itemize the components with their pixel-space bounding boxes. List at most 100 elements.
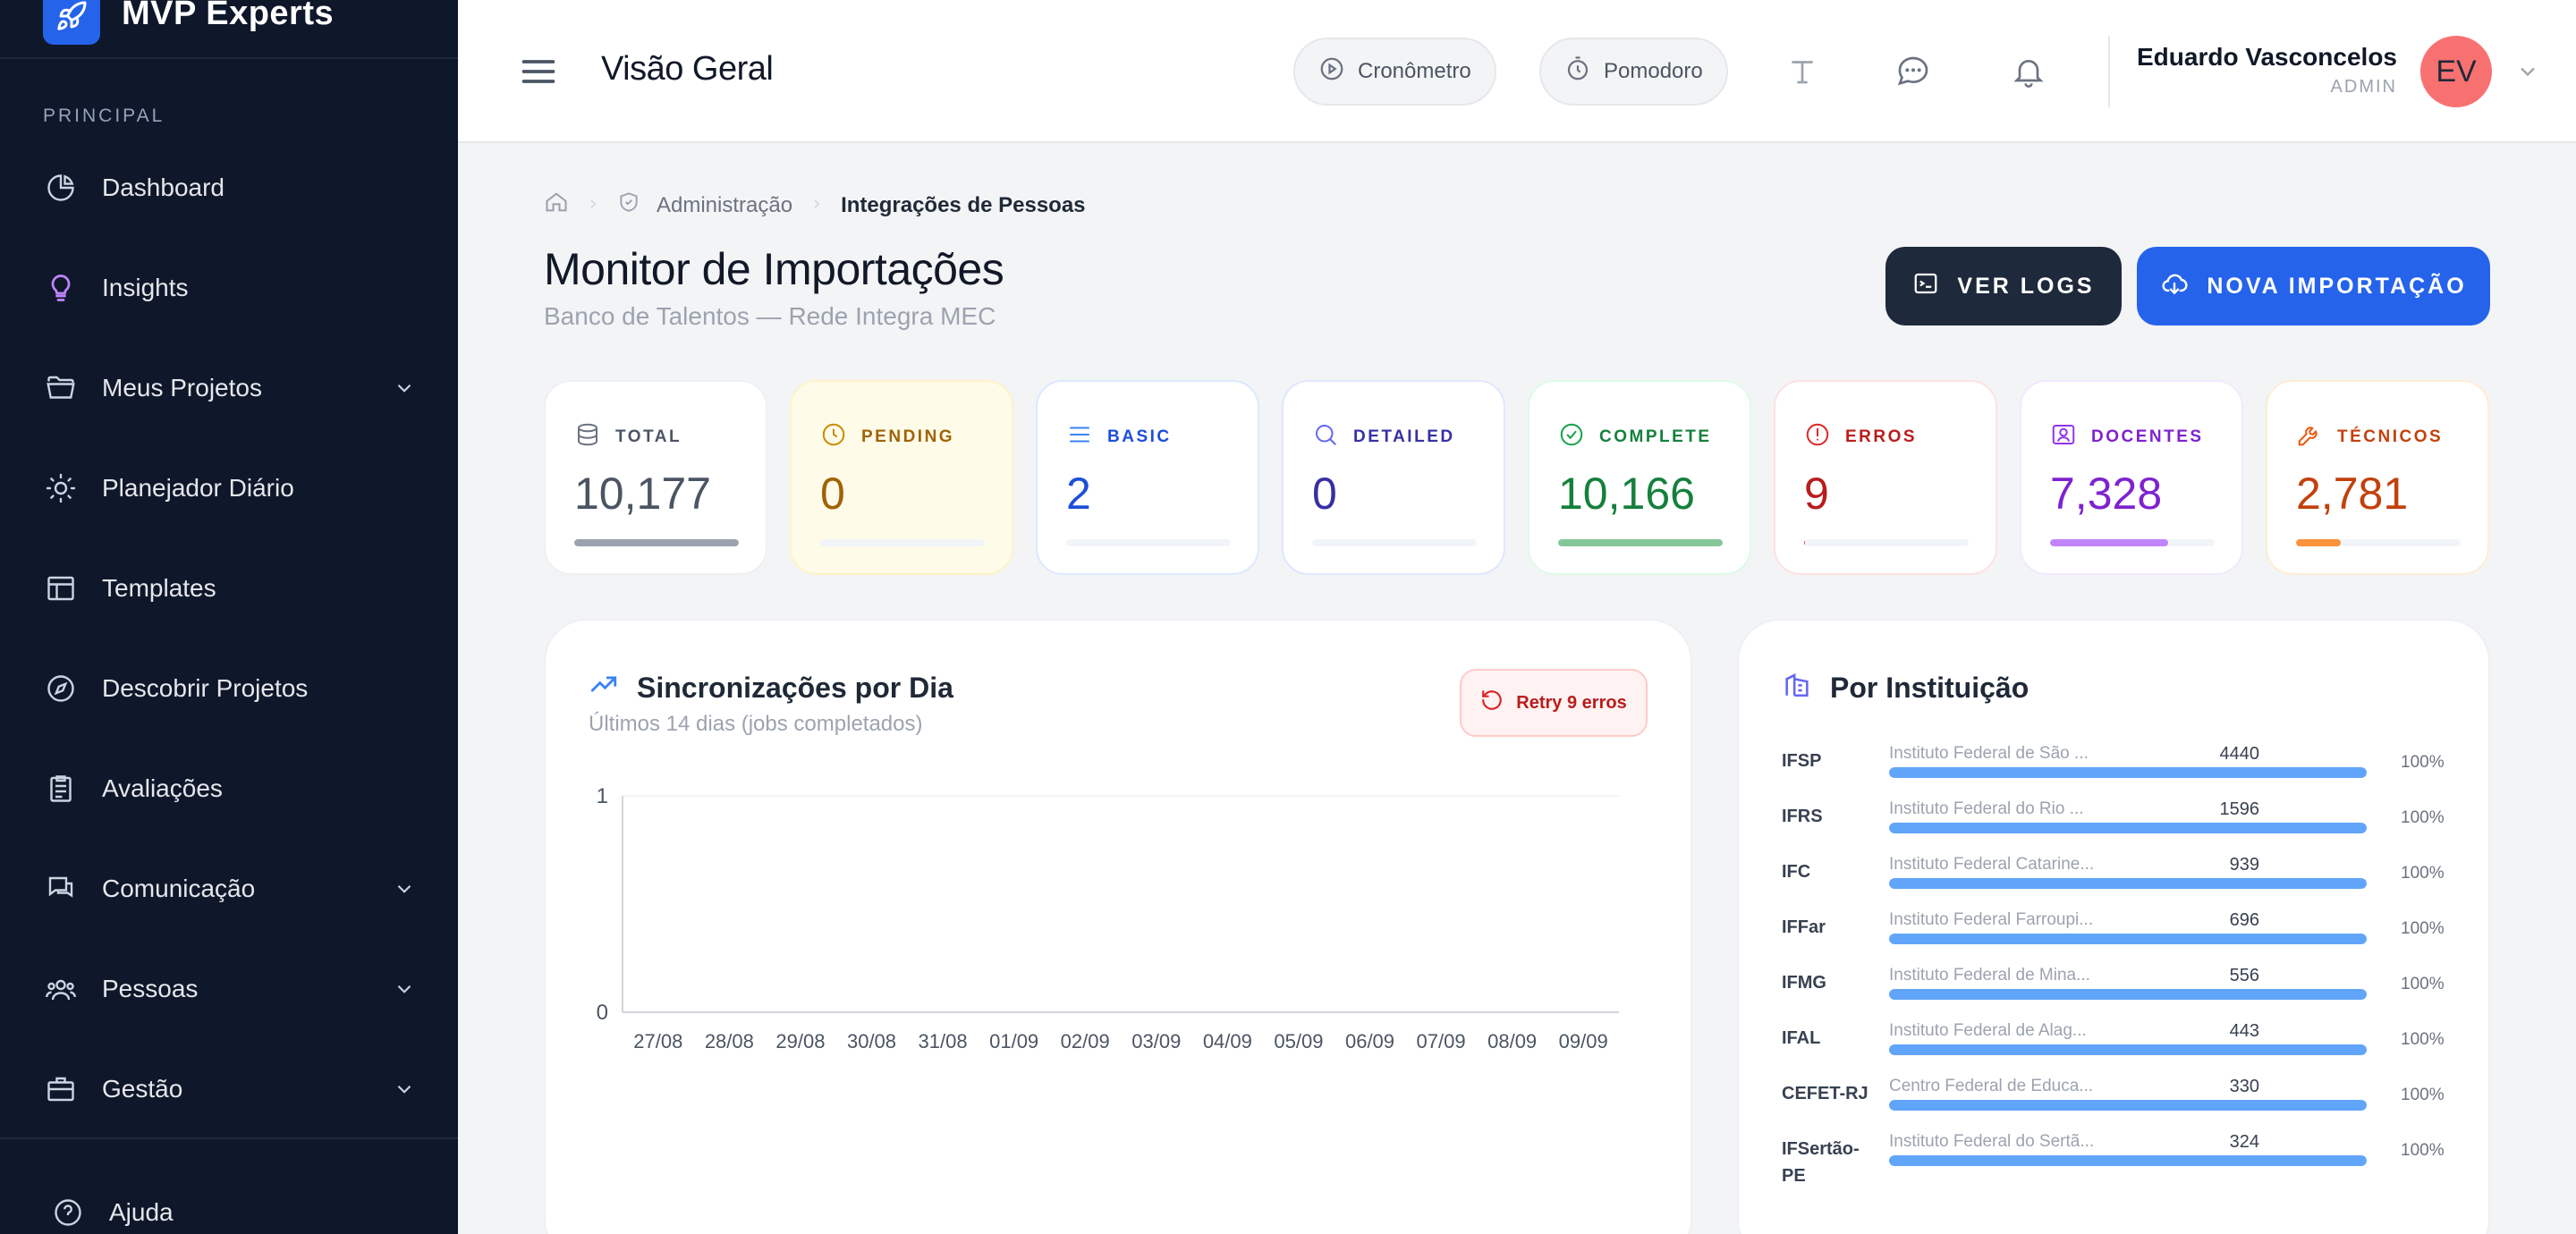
stat-card-técnicos[interactable]: TÉCNICOS 2,781 [2266, 380, 2489, 575]
sidebar-item-descobrir[interactable]: Descobrir Projetos [43, 662, 419, 715]
divider [0, 57, 458, 59]
stat-card-basic[interactable]: BASIC 2 [1036, 380, 1259, 575]
sidebar-item-meus-projetos[interactable]: Meus Projetos [43, 361, 419, 415]
pomodoro-button[interactable]: Pomodoro [1539, 38, 1728, 106]
users-icon [43, 971, 79, 1007]
sidebar-item-label: Descobrir Projetos [102, 674, 309, 702]
new-import-button[interactable]: NOVA IMPORTAÇÃO [2137, 247, 2490, 325]
chevron-down-icon[interactable] [390, 374, 419, 402]
institution-percent: 100% [2401, 1141, 2445, 1160]
stat-card-complete[interactable]: COMPLETE 10,166 [1528, 380, 1751, 575]
database-icon [574, 421, 601, 453]
institution-count: 556 [2229, 966, 2259, 985]
id-card-icon [2050, 421, 2077, 453]
sync-chart-title: Sincronizações por Dia [637, 671, 953, 704]
x-tick-label: 03/09 [1131, 1030, 1181, 1052]
sidebar-item-label: Insights [102, 274, 189, 301]
sidebar-item-label: Dashboard [102, 173, 225, 201]
stat-card-total[interactable]: TOTAL 10,177 [544, 380, 767, 575]
building-icon [1782, 669, 1812, 706]
institution-row[interactable]: IFSP Instituto Federal de São ... 4440 100% [1782, 744, 2462, 799]
stat-label: DETAILED [1353, 427, 1455, 446]
y-tick-label: 0 [597, 1001, 608, 1025]
institution-row[interactable]: IFAL Instituto Federal de Alag... 443 100% [1782, 1021, 2462, 1077]
stat-value: 10,166 [1558, 469, 1695, 519]
institution-progress-fill [1889, 767, 2367, 778]
brand[interactable]: MVP Experts [43, 0, 334, 57]
institution-progress [1889, 1044, 2367, 1055]
bell-icon[interactable] [2007, 50, 2050, 93]
institution-row[interactable]: IFMG Instituto Federal de Mina... 556 100% [1782, 966, 2462, 1021]
institution-progress-fill [1889, 878, 2367, 889]
institution-progress [1889, 878, 2367, 889]
stat-card-detailed[interactable]: DETAILED 0 [1282, 380, 1505, 575]
institution-name: Instituto Federal Farroupi... [1889, 910, 2094, 929]
stat-card-erros[interactable]: ERROS 9 [1774, 380, 1997, 575]
rocket-icon [43, 0, 100, 45]
x-tick-label: 09/09 [1559, 1030, 1608, 1052]
y-tick-label: 1 [597, 784, 608, 808]
sidebar-item-label: Meus Projetos [102, 374, 262, 401]
stat-label: TÉCNICOS [2337, 427, 2444, 446]
institutions-card: Por Instituição IFSP Instituto Federal de… [1737, 619, 2490, 1234]
layout-icon [43, 571, 79, 606]
stat-header: COMPLETE [1558, 421, 1712, 453]
stat-card-pending[interactable]: PENDING 0 [790, 380, 1013, 575]
institution-progress [1889, 767, 2367, 778]
stat-card-docentes[interactable]: DOCENTES 7,328 [2020, 380, 2243, 575]
clock-icon [820, 421, 847, 453]
retry-icon [1480, 689, 1504, 717]
breadcrumb-parent[interactable]: Administração [657, 193, 792, 218]
terminal-icon [1912, 270, 1939, 303]
avatar[interactable]: EV [2420, 36, 2492, 107]
view-logs-button[interactable]: VER LOGS [1885, 247, 2122, 325]
x-tick-label: 08/09 [1487, 1030, 1537, 1052]
institution-progress-fill [1889, 823, 2367, 833]
brand-name: MVP Experts [122, 0, 335, 32]
divider [2108, 36, 2110, 107]
page-title: Monitor de Importações [544, 244, 1004, 294]
menu-icon[interactable] [519, 52, 558, 91]
retry-errors-button[interactable]: Retry 9 erros [1460, 669, 1648, 737]
chevron-down-icon[interactable] [390, 1075, 419, 1103]
home-icon[interactable] [544, 190, 569, 221]
sidebar-item-gestao[interactable]: Gestão [43, 1062, 419, 1116]
sidebar-item-dashboard[interactable]: Dashboard [43, 161, 419, 215]
institution-progress [1889, 989, 2367, 1000]
chevron-down-icon[interactable] [390, 875, 419, 903]
text-size-icon[interactable] [1781, 50, 1824, 93]
institution-row[interactable]: IFSertão-PE Instituto Federal do Sertã...… [1782, 1132, 2462, 1188]
chevron-down-icon[interactable] [390, 975, 419, 1003]
sidebar-item-label: Gestão [102, 1075, 183, 1103]
sidebar-item-pessoas[interactable]: Pessoas [43, 962, 419, 1016]
sidebar-item-templates[interactable]: Templates [43, 562, 419, 615]
user-name: Eduardo Vasconcelos [2137, 43, 2397, 71]
sidebar-item-comunicacao[interactable]: Comunicação [43, 862, 419, 916]
sidebar-item-avaliacoes[interactable]: Avaliações [43, 762, 419, 816]
cloud-download-icon [2160, 269, 2189, 304]
chat-bubble-icon[interactable] [1892, 50, 1935, 93]
x-tick-label: 28/08 [705, 1030, 754, 1052]
institution-row[interactable]: IFFar Instituto Federal Farroupi... 696 100… [1782, 910, 2462, 966]
user-role: ADMIN [2330, 77, 2397, 97]
institution-progress-fill [1889, 1100, 2367, 1111]
clipboard-icon [43, 771, 79, 807]
retry-label: Retry 9 erros [1516, 692, 1627, 713]
chevron-down-icon[interactable] [2515, 59, 2540, 84]
sidebar-item-insights[interactable]: Insights [43, 261, 419, 315]
timer-button[interactable]: Cronômetro [1293, 38, 1496, 106]
stat-value: 7,328 [2050, 469, 2163, 519]
institution-row[interactable]: IFRS Instituto Federal do Rio ... 1596 100% [1782, 799, 2462, 855]
timer-label: Cronômetro [1358, 59, 1471, 83]
sidebar-item-planejador[interactable]: Planejador Diário [43, 461, 419, 515]
institution-progress [1889, 1155, 2367, 1166]
compass-icon [43, 671, 79, 706]
pomodoro-label: Pomodoro [1604, 59, 1703, 83]
stat-header: DETAILED [1312, 421, 1455, 453]
lightbulb-icon [43, 270, 79, 306]
institution-row[interactable]: CEFET-RJ Centro Federal de Educa... 330 100… [1782, 1077, 2462, 1132]
sidebar-item-ajuda[interactable]: Ajuda [50, 1186, 426, 1234]
trending-up-icon [589, 669, 619, 706]
institution-row[interactable]: IFC Instituto Federal Catarine... 939 100% [1782, 855, 2462, 910]
x-tick-label: 07/09 [1417, 1030, 1466, 1052]
